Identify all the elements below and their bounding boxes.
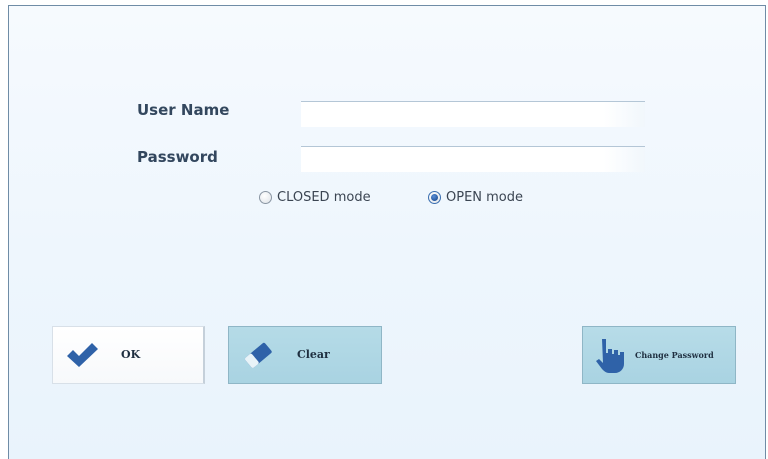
ok-button-label: OK: [121, 348, 141, 361]
checkmark-icon: [65, 342, 99, 372]
open-mode-radio[interactable]: OPEN mode: [428, 190, 523, 205]
username-label: User Name: [137, 101, 230, 119]
change-password-button[interactable]: Change Password: [582, 326, 736, 384]
radio-unchecked-icon: [259, 191, 272, 204]
username-input[interactable]: [301, 101, 645, 127]
closed-mode-radio[interactable]: CLOSED mode: [259, 190, 371, 205]
radio-checked-icon: [428, 191, 441, 204]
eraser-icon: [241, 339, 275, 375]
clear-button[interactable]: Clear: [228, 326, 382, 384]
password-input[interactable]: [301, 146, 645, 172]
closed-mode-label: CLOSED mode: [277, 190, 371, 205]
change-password-button-label: Change Password: [635, 350, 714, 360]
password-label: Password: [137, 148, 218, 166]
ok-button[interactable]: OK: [52, 326, 205, 384]
hand-pointer-icon: [596, 337, 628, 377]
clear-button-label: Clear: [297, 348, 330, 361]
open-mode-label: OPEN mode: [446, 190, 524, 205]
login-panel: User Name Password CLOSED mode OPEN mode: [8, 5, 766, 459]
